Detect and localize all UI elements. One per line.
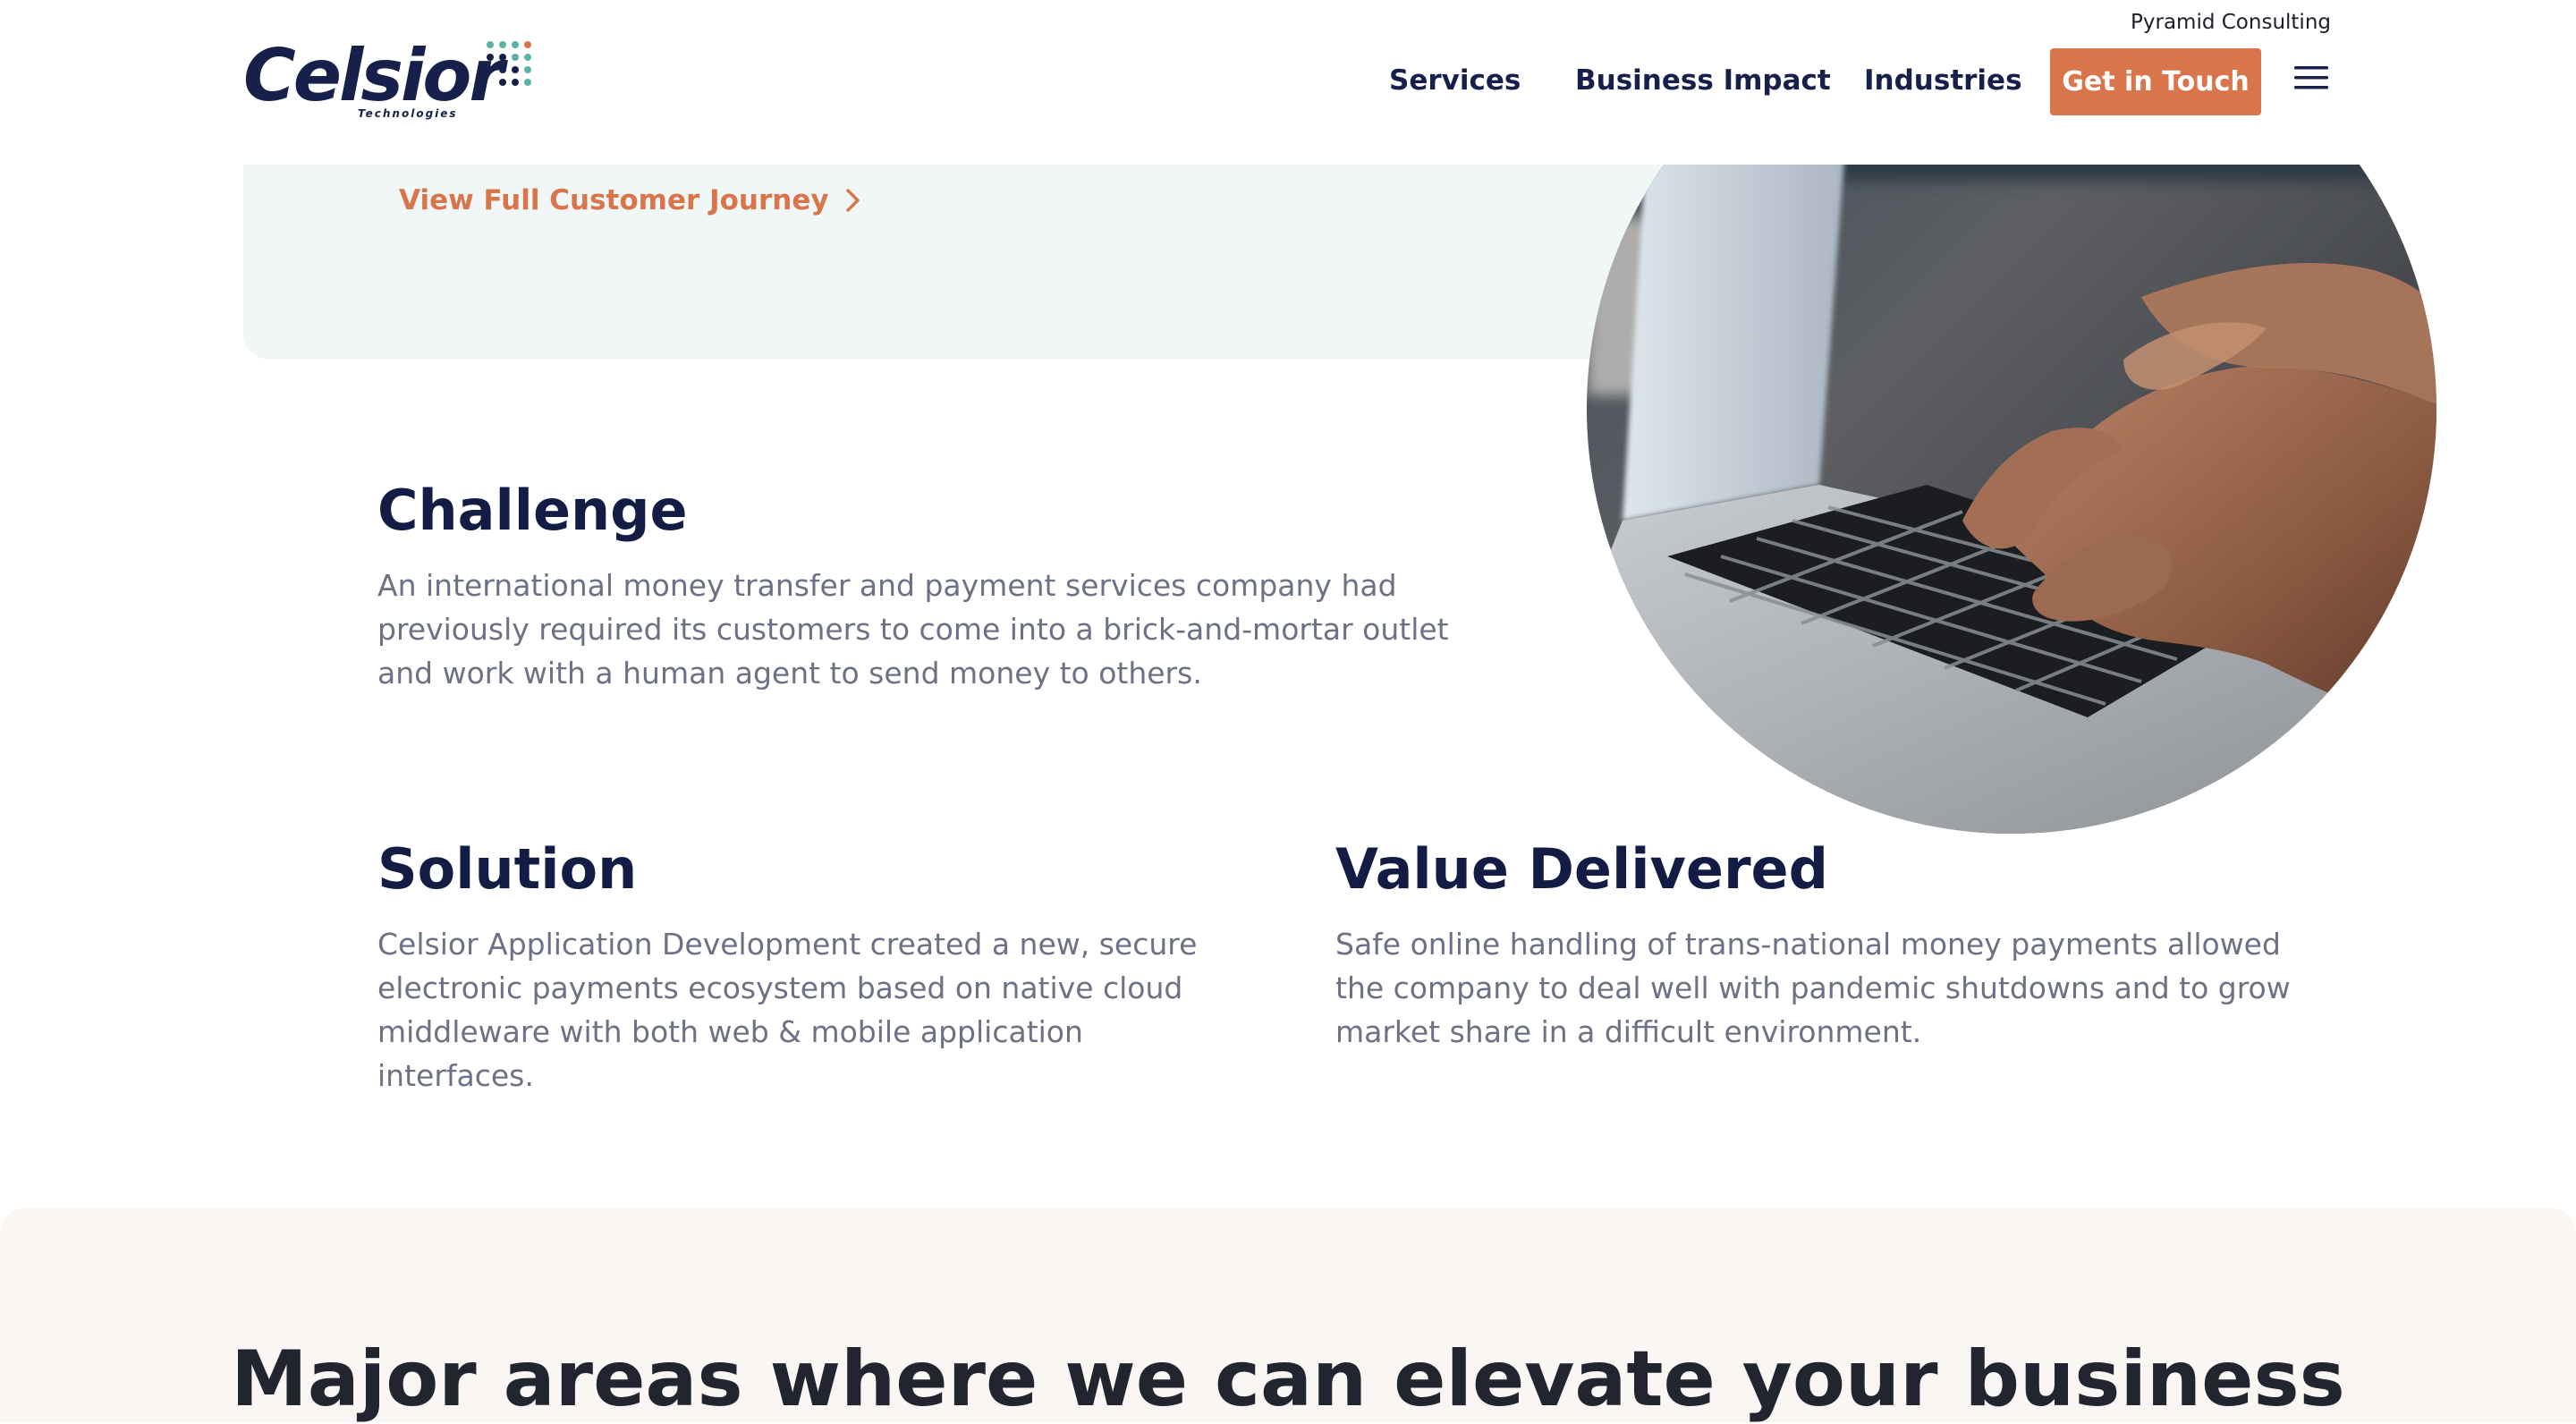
major-areas-heading: Major areas where we can elevate your bu…: [231, 1335, 2345, 1424]
challenge-text: An international money transfer and paym…: [377, 568, 1449, 691]
nav-industries[interactable]: Industries: [1864, 64, 2022, 97]
nav-business-impact[interactable]: Business Impact: [1575, 64, 1831, 97]
solution-text: Celsior Application Development created …: [377, 927, 1198, 1093]
logo-dots-icon: [487, 41, 531, 86]
logo-subtitle: Technologies: [358, 107, 458, 120]
pyramid-consulting-link[interactable]: Pyramid Consulting: [2131, 11, 2331, 34]
nav-services[interactable]: Services: [1389, 64, 1521, 97]
site-header: Pyramid Consulting Celsior Technologies …: [0, 0, 2576, 165]
view-customer-journey-link[interactable]: View Full Customer Journey: [399, 184, 863, 216]
get-in-touch-button[interactable]: Get in Touch: [2050, 48, 2261, 115]
value-delivered-heading: Value Delivered: [1335, 836, 1828, 902]
value-delivered-text: Safe online handling of trans-national m…: [1335, 927, 2291, 1049]
hamburger-menu-icon[interactable]: [2294, 64, 2328, 91]
solution-heading: Solution: [377, 836, 638, 902]
challenge-heading: Challenge: [377, 478, 688, 543]
chevron-right-icon: [845, 189, 860, 212]
view-customer-journey-label: View Full Customer Journey: [399, 184, 829, 216]
celsior-logo[interactable]: Celsior Technologies: [243, 36, 531, 125]
